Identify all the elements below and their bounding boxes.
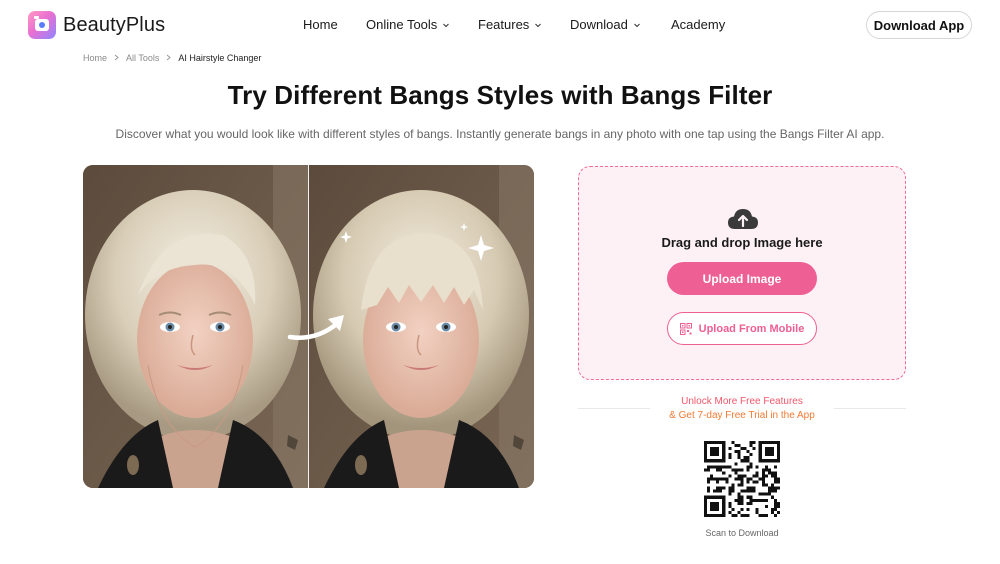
drag-drop-text: Drag and drop Image here xyxy=(661,235,823,250)
breadcrumb-current: AI Hairstyle Changer xyxy=(178,53,262,63)
upload-from-mobile-label: Upload From Mobile xyxy=(698,322,805,335)
nav-item-label: Features xyxy=(478,17,530,32)
breadcrumb-home-link[interactable]: Home xyxy=(83,53,107,63)
scan-to-download-label: Scan to Download xyxy=(705,528,779,538)
breadcrumb-all-tools-link[interactable]: All Tools xyxy=(126,53,159,63)
nav-item-features[interactable]: Features xyxy=(478,17,542,32)
chevron-down-icon xyxy=(442,21,450,29)
nav-item-label: Home xyxy=(303,17,338,32)
upload-dropzone[interactable]: Drag and drop Image here Upload Image Up… xyxy=(578,166,906,380)
promo-text: Unlock More Free Features & Get 7-day Fr… xyxy=(578,395,906,423)
upload-image-button[interactable]: Upload Image xyxy=(667,262,817,295)
chevron-down-icon xyxy=(633,21,641,29)
site-header: BeautyPlus Home Online Tools Features Do… xyxy=(0,0,1000,50)
nav-item-academy[interactable]: Academy xyxy=(671,17,725,32)
brand-name: BeautyPlus xyxy=(63,13,166,36)
breadcrumb: Home All Tools AI Hairstyle Changer xyxy=(83,53,261,63)
page-title: Try Different Bangs Styles with Bangs Fi… xyxy=(227,80,773,110)
promo-line-2: & Get 7-day Free Trial in the App xyxy=(669,410,815,421)
download-qr-code xyxy=(704,441,780,517)
nav-item-home[interactable]: Home xyxy=(303,17,338,32)
download-app-button[interactable]: Download App xyxy=(866,11,972,39)
curved-arrow-icon xyxy=(287,315,344,340)
breadcrumb-chevron-icon xyxy=(114,53,119,63)
before-after-image[interactable] xyxy=(83,165,534,488)
chevron-down-icon xyxy=(534,21,542,29)
upload-from-mobile-button[interactable]: Upload From Mobile xyxy=(667,312,817,345)
before-photo xyxy=(83,165,308,488)
nav-item-label: Download xyxy=(570,17,628,32)
promo-line-1: Unlock More Free Features xyxy=(681,396,803,407)
nav-item-label: Academy xyxy=(671,17,726,32)
beautyplus-logo-icon xyxy=(28,11,56,39)
page-subtitle: Discover what you would look like with d… xyxy=(115,127,885,141)
brand-logo[interactable]: BeautyPlus xyxy=(28,11,165,39)
cloud-upload-icon xyxy=(728,209,758,229)
qr-code-icon xyxy=(679,322,692,335)
nav-item-online-tools[interactable]: Online Tools xyxy=(366,17,450,32)
nav-item-download[interactable]: Download xyxy=(570,17,641,32)
nav-item-label: Online Tools xyxy=(366,17,438,32)
breadcrumb-chevron-icon xyxy=(166,53,172,63)
